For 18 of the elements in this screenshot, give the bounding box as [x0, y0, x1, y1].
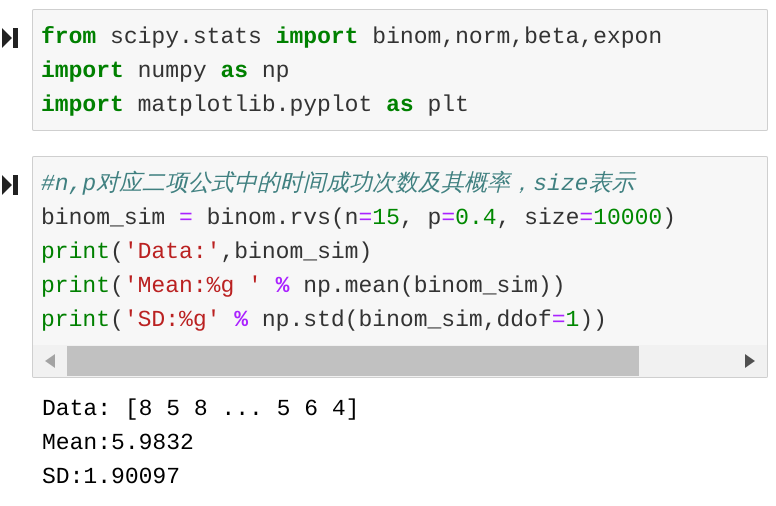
output-line: SD:1.90097	[42, 463, 180, 492]
code-line: #n,p对应二项公式中的时间成功次数及其概率，size表示	[41, 170, 634, 199]
output-line: Mean:5.9832	[42, 429, 194, 458]
run-cell-icon[interactable]	[2, 175, 18, 195]
run-cell-icon[interactable]	[2, 28, 18, 48]
code-line: print('SD:%g' % np.std(binom_sim,ddof=1))	[41, 306, 607, 335]
code-line: print('Data:',binom_sim)	[41, 238, 372, 267]
right-arrow-icon[interactable]	[745, 354, 755, 368]
code-line: print('Mean:%g ' % np.mean(binom_sim))	[41, 272, 566, 301]
code-cell[interactable]: from scipy.stats import binom,norm,beta,expon import numpy as np import matplotlib.pyplot as plt	[32, 9, 768, 131]
code-cell[interactable]: #n,p对应二项公式中的时间成功次数及其概率，size表示 binom_sim = binom.rvs(n=15, p=0.4, size=10000) print('Data:',binom_sim) print('Mean:%g ' % np.mean(binom_sim)) print('SD:%g' % np.std(binom_sim,ddof=1))	[32, 156, 768, 378]
output-line: Data: [8 5 8 ... 5 6 4]	[42, 395, 360, 424]
code-line: import numpy as np	[41, 57, 290, 86]
code-line: import matplotlib.pyplot as plt	[41, 91, 469, 120]
code-line: from scipy.stats import binom,norm,beta,expon	[41, 23, 662, 52]
code-line: binom_sim = binom.rvs(n=15, p=0.4, size=10000)	[41, 204, 676, 233]
horizontal-scrollbar[interactable]	[33, 345, 767, 377]
scrollbar-thumb[interactable]	[67, 346, 639, 376]
